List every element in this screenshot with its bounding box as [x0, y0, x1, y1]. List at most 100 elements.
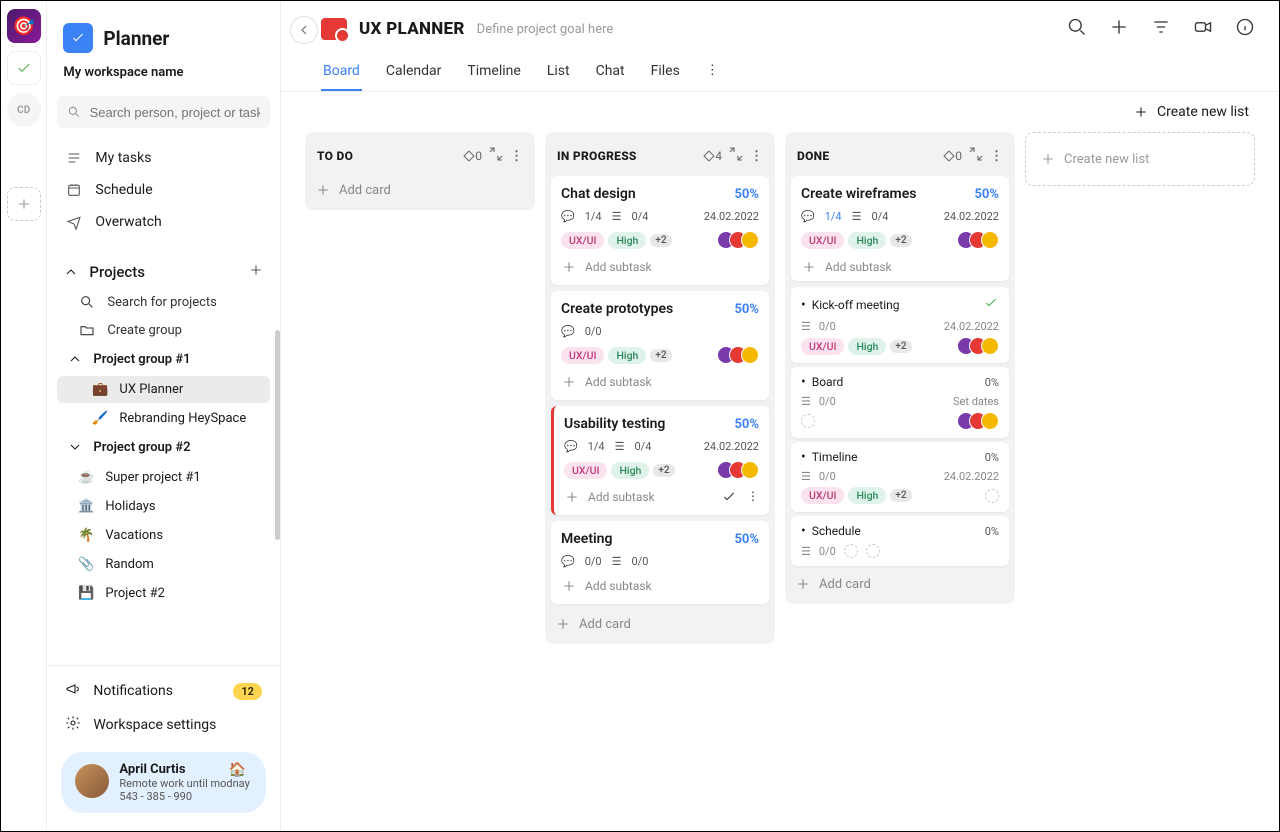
add-subtask[interactable]: Add subtask [801, 259, 999, 275]
add-subtask[interactable]: Add subtask [561, 578, 759, 594]
collapse-column-icon[interactable] [728, 146, 744, 166]
card-usability[interactable]: Usability testing50% 💬1/4 ☰0/4 24.02.202… [551, 406, 769, 515]
add-subtask[interactable]: Add subtask ⋮ [564, 489, 759, 505]
brand-name: Planner [103, 27, 169, 50]
project-2[interactable]: 💾 Project #2 [57, 580, 270, 607]
add-subtask[interactable]: Add subtask [561, 374, 759, 390]
collapse-column-icon[interactable] [488, 146, 504, 166]
tab-chat[interactable]: Chat [594, 55, 627, 91]
project-holidays[interactable]: 🏛️ Holidays [57, 493, 270, 520]
assignees [717, 346, 759, 364]
card-more-icon[interactable]: ⋮ [747, 489, 759, 505]
card-meeting[interactable]: Meeting50% 💬0/0 ☰0/0 Add subtask [551, 521, 769, 604]
create-new-list-button[interactable]: Create new list [1133, 104, 1249, 120]
scrollbar[interactable] [275, 330, 280, 540]
tag-more: +2 [653, 464, 674, 477]
create-group[interactable]: Create group [57, 316, 270, 344]
tab-board[interactable]: Board [321, 55, 362, 91]
add-subtask[interactable]: Add subtask [561, 259, 759, 275]
info-button[interactable] [1235, 17, 1255, 41]
tag-high: High [608, 347, 646, 364]
check-icon[interactable] [721, 489, 737, 505]
plus-icon [795, 576, 811, 592]
projects-header[interactable]: Projects [57, 256, 270, 288]
project-vacations[interactable]: 🌴 Vacations [57, 522, 270, 549]
workspace-name: My workspace name [47, 65, 280, 90]
tab-more[interactable]: ⋮ [704, 55, 721, 91]
user-status: Remote work until modnay [119, 777, 249, 790]
project-rebranding[interactable]: 🖌️ Rebranding HeySpace [57, 405, 270, 432]
tab-timeline[interactable]: Timeline [465, 55, 522, 91]
create-new-list-column[interactable]: Create new list [1025, 132, 1255, 186]
rail-app-check[interactable] [7, 51, 41, 85]
nav-my-tasks[interactable]: My tasks [57, 142, 270, 174]
nav-schedule[interactable]: Schedule [57, 174, 270, 206]
card-wireframes[interactable]: Create wireframes50% 💬1/4 ☰0/4 24.02.202… [791, 176, 1009, 281]
column-more-icon[interactable]: ⋮ [990, 149, 1003, 164]
comments-icon: 💬 [561, 210, 575, 223]
diamond-icon [944, 150, 955, 161]
tab-list[interactable]: List [545, 55, 572, 91]
add-assignee-icon[interactable] [985, 489, 999, 503]
collapse-column-icon[interactable] [968, 146, 984, 166]
app-rail: 🎯 CD [1, 1, 47, 831]
add-button[interactable] [1109, 17, 1129, 41]
brush-icon: 🖌️ [91, 411, 109, 426]
nav-settings[interactable]: Workspace settings [57, 708, 270, 742]
nav-label: My tasks [95, 150, 151, 166]
project-group-1[interactable]: Project group #1 [57, 344, 270, 374]
add-card-todo[interactable]: Add card [311, 176, 529, 204]
add-assignee-icon[interactable] [866, 544, 880, 558]
project-ux-planner[interactable]: 💼 UX Planner [57, 376, 270, 403]
project-group-2[interactable]: Project group #2 [57, 432, 270, 462]
search-button[interactable] [1067, 17, 1087, 41]
project-super[interactable]: ☕ Super project #1 [57, 464, 270, 491]
rail-app-darts[interactable]: 🎯 [7, 9, 41, 43]
tab-calendar[interactable]: Calendar [384, 55, 444, 91]
rail-app-cd[interactable]: CD [7, 93, 41, 127]
card-chat-design[interactable]: Chat design50% 💬1/4 ☰0/4 24.02.2022 UX/U… [551, 176, 769, 285]
subcard-kickoff[interactable]: •Kick-off meeting ☰0/024.02.2022 UX/UI H… [791, 287, 1009, 363]
tag-uxui: UX/UI [801, 338, 844, 355]
nav-overwatch[interactable]: Overwatch [57, 206, 270, 238]
comments-icon: 💬 [561, 325, 575, 338]
tab-files[interactable]: Files [649, 55, 682, 91]
column-more-icon[interactable]: ⋮ [750, 149, 763, 164]
column-more-icon[interactable]: ⋮ [510, 149, 523, 164]
column-done: DONE 0 ⋮ Create wireframes50% 💬1/4 ☰0/4 … [785, 132, 1015, 604]
comments-icon: 💬 [564, 440, 578, 453]
check-icon [983, 295, 999, 314]
collapse-sidebar-button[interactable] [290, 16, 318, 44]
add-project-icon[interactable] [248, 262, 264, 282]
project-random[interactable]: 📎 Random [57, 551, 270, 578]
comments-icon: 💬 [801, 210, 815, 223]
column-count: 0 [945, 149, 962, 163]
search-projects[interactable]: Search for projects [57, 288, 270, 316]
nav-label: Overwatch [95, 214, 161, 230]
column-title: DONE [797, 149, 829, 163]
overwatch-icon [65, 213, 83, 231]
subcard-timeline[interactable]: •Timeline0% ☰0/024.02.2022 UX/UI High +2 [791, 442, 1009, 512]
rail-add-workspace[interactable] [7, 187, 41, 221]
nav-notifications[interactable]: Notifications 12 [57, 674, 270, 708]
filter-button[interactable] [1151, 17, 1171, 41]
gear-icon [65, 715, 81, 735]
search-input[interactable] [90, 105, 260, 120]
user-card[interactable]: April Curtis Remote work until modnay 54… [61, 752, 266, 813]
add-tag-icon[interactable] [801, 414, 815, 428]
assignees [717, 231, 759, 249]
add-card-done[interactable]: Add card [791, 570, 1009, 598]
search-box[interactable] [57, 96, 270, 128]
tasks-icon [65, 149, 83, 167]
briefcase-icon: 💼 [91, 382, 109, 397]
subcard-schedule[interactable]: •Schedule0% ☰0/0 [791, 516, 1009, 566]
video-button[interactable] [1193, 17, 1213, 41]
subcard-board[interactable]: •Board0% ☰0/0Set dates [791, 367, 1009, 438]
project-goal[interactable]: Define project goal here [477, 22, 614, 37]
add-card-inprogress[interactable]: Add card [551, 610, 769, 638]
add-tag-icon[interactable] [844, 544, 858, 558]
plus-icon [315, 182, 331, 198]
tag-high: High [848, 338, 886, 355]
assignees [957, 412, 999, 430]
card-prototypes[interactable]: Create prototypes50% 💬0/0 UX/UI High +2 … [551, 291, 769, 400]
